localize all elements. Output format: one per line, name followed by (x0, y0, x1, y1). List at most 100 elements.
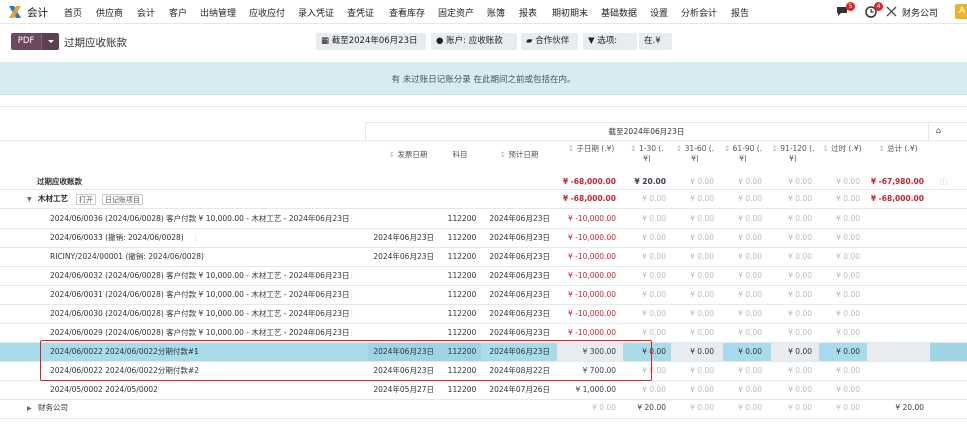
menu-item-fixed-assets[interactable]: 固定资产 (438, 6, 474, 19)
menu-item-analytic[interactable]: 分析会计 (681, 6, 717, 19)
menu-item-receivables-payables[interactable]: 应收应付 (249, 6, 285, 19)
app-logo-icon[interactable] (8, 5, 22, 19)
row-invoice-date (368, 308, 434, 320)
date-filter-button[interactable]: ▦ 截至2024年06月23日 (316, 33, 426, 50)
menu-item-reports[interactable]: 报表 (519, 6, 537, 19)
row-menu-icon[interactable]: ⋮ (348, 308, 356, 320)
row-91-120: ¥ 0.00 (788, 347, 812, 356)
company-switcher[interactable]: 财务公司 (902, 6, 938, 19)
collapse-arrow-icon[interactable]: ▼ (27, 196, 32, 203)
row-1-30: ¥ 0.00 (642, 328, 666, 337)
row-older: ¥ 0.00 (836, 309, 860, 318)
menu-item-view-voucher[interactable]: 查凭证 (347, 6, 374, 19)
row-label[interactable]: 2024/05/0002 2024/05/0002 (50, 384, 158, 396)
row-label[interactable]: 2024/06/0033 (撤销: 2024/06/0028) (50, 232, 184, 244)
page-title: 过期应收账款 (64, 37, 127, 49)
row-expected-date: 2024年06月23日 (489, 271, 550, 280)
top-navbar: 会计 首页 供应商 会计 客户 出纳管理 应收应付 录入凭证 查凭证 查看库存 … (0, 0, 967, 24)
group1-older: ¥ 0.00 (836, 194, 860, 203)
row-account: 112200 (447, 385, 477, 394)
currency-filter-button[interactable]: 在.¥ (639, 33, 672, 50)
row-1-30: ¥ 0.00 (642, 214, 666, 223)
col-31-60[interactable]: ↕ 31-60 (.¥) (675, 144, 715, 164)
row-61-90: ¥ 0.00 (738, 252, 762, 261)
info-icon[interactable]: ⓘ (940, 176, 948, 188)
col-61-90[interactable]: ↕ 61-90 (.¥) (723, 144, 763, 164)
row-label[interactable]: 2024/06/0032 (2024/06/0028) 客户付款 ¥ 10,00… (50, 270, 350, 282)
col-older[interactable]: ↕ 过时 (.¥) (822, 144, 862, 154)
col-invoice-date[interactable]: ↕ 发票日期 (380, 150, 436, 160)
row-label[interactable]: 2024/06/0030 (2024/06/0028) 客户付款 ¥ 10,00… (50, 308, 350, 320)
col-91-120[interactable]: ↕ 91-120 (.¥) (771, 144, 815, 164)
col-as-of[interactable]: ↕ 于日期 (.¥) (564, 144, 618, 154)
row-older: ¥ 0.00 (836, 214, 860, 223)
menu-item-accounting[interactable]: 会计 (137, 6, 155, 19)
col-expected-date[interactable]: ↕ 预计日期 (485, 150, 553, 160)
journal-items-button[interactable]: 日记账项目 (102, 194, 143, 205)
user-avatar[interactable]: A (955, 4, 967, 19)
row-menu-icon[interactable]: ⋮ (348, 270, 356, 282)
col-account[interactable]: 科目 (440, 150, 480, 160)
debug-tools-icon[interactable] (886, 6, 897, 17)
group1-1-30: ¥ 0.00 (642, 194, 666, 203)
menu-item-settings[interactable]: 设置 (650, 6, 668, 19)
col-total[interactable]: ↕ 总计 (.¥) (870, 144, 926, 154)
menu-item-report[interactable]: 报告 (731, 6, 749, 19)
partner-filter-button[interactable]: ▰ 合作伙伴 (521, 33, 578, 50)
menu-item-ledgers[interactable]: 账簿 (487, 6, 505, 19)
group1-total: ¥ -68,000.00 (870, 194, 924, 203)
row-label[interactable]: 2024/06/0029 (2024/06/0028) 客户付款 ¥ 10,00… (50, 327, 350, 339)
row-31-60: ¥ 0.00 (690, 309, 714, 318)
col-1-30[interactable]: ↕ 1-30 (.¥) (627, 144, 667, 164)
row-expected-date: 2024年06月23日 (489, 233, 550, 242)
group1-as-of: ¥ -68,000.00 (562, 194, 616, 203)
row-1-30: ¥ 0.00 (642, 385, 666, 394)
pdf-button[interactable]: PDF (11, 33, 41, 50)
row-older: ¥ 0.00 (836, 252, 860, 261)
group2-1-30: ¥ 20.00 (637, 403, 666, 412)
row-61-90: ¥ 0.00 (738, 347, 762, 356)
row-label[interactable]: RICINY/2024/00001 (撤销: 2024/06/0028) (50, 251, 204, 263)
home-icon[interactable]: ⌂ (936, 125, 941, 137)
menu-item-home[interactable]: 首页 (64, 6, 82, 19)
group-name-wood[interactable]: 木材工艺 (38, 193, 68, 205)
row-91-120: ¥ 0.00 (788, 385, 812, 394)
menu-item-period-end[interactable]: 期初期末 (552, 6, 588, 19)
row-as-of: ¥ 1,000.00 (575, 385, 616, 394)
row-account: 112200 (447, 328, 477, 337)
menu-item-vendors[interactable]: 供应商 (96, 6, 123, 19)
row-account: 112200 (447, 214, 477, 223)
app-brand[interactable]: 会计 (27, 5, 48, 20)
row-expected-date: 2024年07月26日 (489, 385, 550, 394)
menu-item-inventory[interactable]: 查看库存 (389, 6, 425, 19)
group-name-company[interactable]: 财务公司 (38, 402, 68, 414)
row-menu-icon[interactable]: ⋮ (155, 384, 163, 396)
print-dropdown-toggle[interactable] (41, 33, 59, 50)
row-label[interactable]: 2024/06/0031 (2024/06/0028) 客户付款 ¥ 10,00… (50, 289, 350, 301)
menu-item-enter-voucher[interactable]: 录入凭证 (298, 6, 334, 19)
row-menu-icon[interactable]: ⋮ (192, 232, 200, 244)
open-button[interactable]: 打开 (76, 194, 96, 205)
menu-item-master-data[interactable]: 基础数据 (601, 6, 637, 19)
group2-older: ¥ 0.00 (836, 403, 860, 412)
menu-item-cashier[interactable]: 出纳管理 (200, 6, 236, 19)
row-31-60: ¥ 0.00 (690, 271, 714, 280)
row-menu-icon[interactable]: ⋮ (348, 327, 356, 339)
activity-count-badge: 4 (874, 2, 883, 11)
row-account: 112200 (447, 271, 477, 280)
row-31-60: ¥ 0.00 (690, 214, 714, 223)
folder-icon: ▰ (526, 36, 536, 46)
options-filter-button[interactable]: ▼ 选项: (583, 33, 637, 50)
highlight-annotation-box (40, 340, 652, 381)
row-older: ¥ 0.00 (836, 347, 860, 356)
row-31-60: ¥ 0.00 (690, 328, 714, 337)
row-label[interactable]: 2024/06/0036 (2024/06/0028) 客户付款 ¥ 10,00… (50, 213, 350, 225)
menu-item-customers[interactable]: 客户 (169, 6, 187, 19)
row-account: 112200 (447, 290, 477, 299)
row-menu-icon[interactable]: ⋮ (348, 213, 356, 225)
row-menu-icon[interactable]: ⋮ (202, 251, 210, 263)
expand-arrow-icon[interactable]: ▶ (27, 405, 32, 412)
account-filter-button[interactable]: ● 账户: 应收账款 (431, 33, 517, 50)
row-menu-icon[interactable]: ⋮ (348, 289, 356, 301)
summary-total: ¥ -67,980.00 (870, 177, 924, 186)
